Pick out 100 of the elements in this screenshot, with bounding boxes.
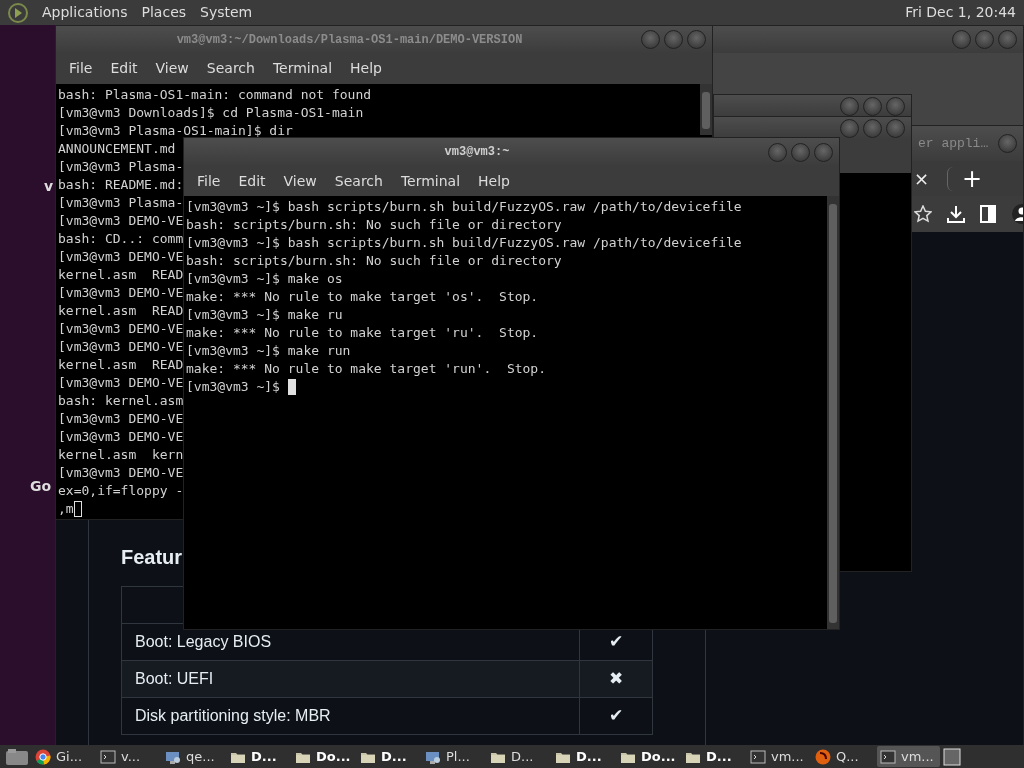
new-tab-button[interactable]: +: [947, 166, 983, 191]
terminal-line: bash: kernel.asm: [58, 392, 184, 410]
clock: Fri Dec 1, 20:44: [905, 3, 1016, 22]
terminal-line: [vm3@vm3 DEMO-VE: [58, 410, 184, 428]
terminal-line: [vm3@vm3 Downloads]$ cd Plasma-OS1-main: [58, 104, 364, 122]
window-button[interactable]: [641, 30, 660, 49]
terminal-line: bash: CD..: comm: [58, 230, 184, 248]
terminal-line: ,m: [58, 500, 74, 518]
show-desktop-icon[interactable]: [4, 746, 30, 767]
window-button[interactable]: [863, 96, 882, 116]
terminal-line: [vm3@vm3 ~]$ make run: [186, 342, 351, 360]
terminal-line: [vm3@vm3 Plasma-OS1-main]$ dir: [58, 122, 293, 140]
terminal-line: kernel.asm kern: [58, 446, 184, 464]
terminal-icon: [880, 748, 896, 765]
table-cell: Boot: UEFI: [121, 660, 580, 698]
taskbar-item[interactable]: qe...: [162, 746, 225, 767]
terminal-line: [vm3@vm3 ~]$ bash scripts/burn.sh build/FuzzyOS.raw /path/to/devicefile: [186, 198, 742, 216]
menu-item[interactable]: File: [60, 58, 102, 79]
table-cell: ✖: [579, 660, 653, 698]
logo-icon[interactable]: [8, 2, 28, 23]
terminal-line: [vm3@vm3 Plasma-: [58, 158, 184, 176]
taskbar-item[interactable]: D...: [487, 746, 550, 767]
taskbar-item[interactable]: D...: [227, 746, 290, 767]
panel-menu[interactable]: Applications: [42, 2, 128, 23]
menu-item[interactable]: Terminal: [391, 170, 470, 192]
terminal-line: kernel.asm READ: [58, 302, 184, 320]
taskbar-item[interactable]: D...: [357, 746, 420, 767]
terminal-line: bash: scripts/burn.sh: No such file or directory: [186, 216, 562, 234]
terminal-line: bash: Plasma-OS1-main: command not found: [58, 86, 372, 104]
download-icon[interactable]: [946, 204, 966, 224]
window-title: er appli…: [918, 134, 990, 153]
desktop-icon-label: v: [44, 177, 54, 196]
menu-item[interactable]: File: [188, 170, 230, 192]
terminal-line: kernel.asm READ: [58, 356, 184, 374]
menu-item[interactable]: Help: [469, 170, 519, 192]
window-button[interactable]: [975, 30, 994, 49]
terminal-line: kernel.asm READ: [58, 266, 184, 284]
terminal-line: [vm3@vm3 DEMO-VE: [58, 248, 184, 266]
window-button[interactable]: [840, 118, 859, 138]
panel-menu[interactable]: Places: [141, 2, 187, 23]
terminal-line: [vm3@vm3 DEMO-VE: [58, 428, 184, 446]
window-button[interactable]: [664, 30, 683, 49]
scrollbar[interactable]: [827, 196, 839, 629]
window-button[interactable]: [886, 118, 905, 138]
taskbar-item[interactable]: Gi...: [32, 746, 95, 767]
window-button[interactable]: [791, 142, 810, 162]
bookmark-star-icon[interactable]: [914, 205, 932, 223]
terminal-line: make: *** No rule to make target 'run'. Stop.: [186, 360, 547, 378]
menu-item[interactable]: Terminal: [263, 58, 342, 79]
taskbar-item[interactable]: vm...: [747, 746, 810, 767]
menu-item[interactable]: View: [274, 170, 326, 192]
window-button[interactable]: [998, 30, 1017, 49]
profile-icon[interactable]: [1010, 204, 1023, 224]
terminal-line: make: *** No rule to make target 'os'. Stop.: [186, 288, 539, 306]
window-button[interactable]: [886, 96, 905, 116]
menu-item[interactable]: View: [146, 58, 198, 79]
window-button[interactable]: [814, 142, 833, 162]
window-button[interactable]: [687, 30, 706, 49]
terminal-line: bash: README.md:: [58, 176, 184, 194]
tab-close-button[interactable]: ×: [914, 165, 930, 192]
panel-menu[interactable]: System: [200, 2, 253, 23]
desktop-icon-label: Go: [30, 477, 52, 496]
taskbar-item[interactable]: Q...: [812, 746, 875, 767]
window-title: vm3@vm3:~/Downloads/Plasma-OS1-main/DEMO-VERSION: [175, 31, 524, 49]
menu-item[interactable]: Search: [197, 58, 264, 79]
terminal-line: [vm3@vm3 ~]$ make ru: [186, 306, 343, 324]
window-button[interactable]: [952, 30, 971, 49]
terminal-line: [vm3@vm3 DEMO-VE: [58, 338, 184, 356]
window-button[interactable]: [863, 118, 882, 138]
taskbar-item[interactable]: vm...: [877, 746, 940, 767]
terminal-line: [vm3@vm3 DEMO-VE: [58, 212, 184, 230]
menu-item[interactable]: Help: [341, 58, 391, 79]
terminal-line: [vm3@vm3 DEMO-VE: [58, 374, 184, 392]
terminal-icon: [750, 748, 766, 765]
table-cell: ✔: [579, 697, 653, 735]
terminal-line: [vm3@vm3 DEMO-VE: [58, 284, 184, 302]
taskbar-item[interactable]: D...: [552, 746, 615, 767]
scrollbar[interactable]: [700, 84, 712, 135]
terminal-line: [vm3@vm3 Plasma-: [58, 194, 184, 212]
window-button[interactable]: [768, 142, 787, 162]
taskbar-item[interactable]: Do...: [292, 746, 355, 767]
terminal-line: make: *** No rule to make target 'ru'. Stop.: [186, 324, 539, 342]
browser-icon: [35, 748, 51, 765]
taskbar-item[interactable]: v...: [97, 746, 160, 767]
menu-item[interactable]: Edit: [229, 170, 275, 192]
taskbar-item[interactable]: D...: [682, 746, 745, 767]
workspace-switcher-icon[interactable]: [942, 746, 962, 767]
table-cell: Disk partitioning style: MBR: [121, 697, 580, 735]
menu-item[interactable]: Search: [325, 170, 392, 192]
taskbar-item[interactable]: Pl...: [422, 746, 485, 767]
terminal-line: [vm3@vm3 DEMO-VE: [58, 320, 184, 338]
terminal-line: ANNOUNCEMENT.md: [58, 140, 176, 158]
terminal-line: ex=0,if=floppy -: [58, 482, 184, 500]
taskbar-item[interactable]: Do...: [617, 746, 680, 767]
sidebar-icon[interactable]: [980, 205, 996, 223]
window-button[interactable]: [998, 134, 1017, 153]
section-heading: Featur: [121, 545, 184, 570]
terminal-line: [vm3@vm3 ~]$ bash scripts/burn.sh build/FuzzyOS.raw /path/to/devicefile: [186, 234, 742, 252]
menu-item[interactable]: Edit: [101, 58, 147, 79]
window-button[interactable]: [840, 96, 859, 116]
